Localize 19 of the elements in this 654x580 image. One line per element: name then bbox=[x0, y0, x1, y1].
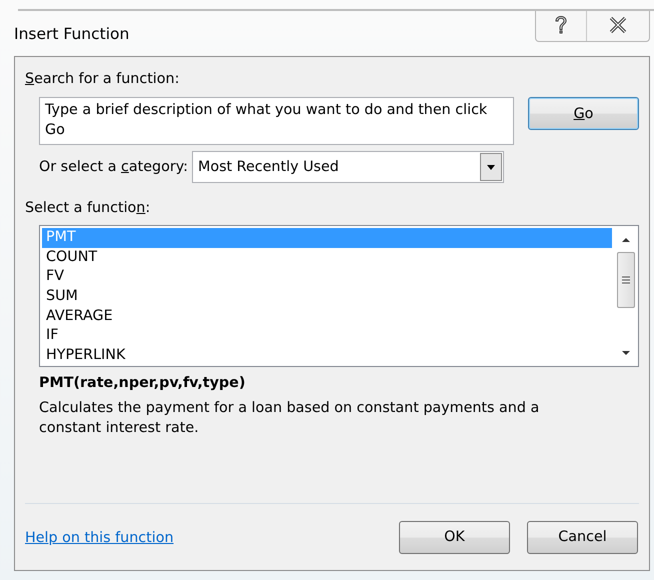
function-description: Calculates the payment for a loan based on constant payments and a constant interest rate. bbox=[39, 399, 540, 438]
function-item[interactable]: IF bbox=[42, 326, 612, 346]
function-item[interactable]: FV bbox=[42, 267, 612, 288]
function-item[interactable]: HYPERLINK bbox=[42, 346, 612, 366]
scrollbar-thumb[interactable] bbox=[617, 252, 635, 308]
search-field[interactable]: Type a brief description of what you want to do and then click Go bbox=[39, 97, 514, 145]
window-title: Insert Function bbox=[14, 25, 130, 43]
function-item[interactable]: COUNT bbox=[42, 248, 612, 268]
function-item[interactable]: AVERAGE bbox=[42, 306, 612, 326]
function-signature: PMT(rate,nper,pv,fv,type) bbox=[39, 375, 246, 391]
function-item[interactable]: SUM bbox=[42, 287, 612, 307]
go-button[interactable]: Go bbox=[528, 97, 639, 130]
help-link[interactable]: Help on this function bbox=[25, 530, 174, 546]
category-dropdown[interactable]: Most Recently Used bbox=[192, 151, 504, 183]
function-list-label: Select a function: bbox=[25, 200, 152, 216]
ok-button[interactable]: OK bbox=[399, 520, 510, 554]
search-label: Search for a function: bbox=[25, 71, 180, 87]
category-label: Or select a category: bbox=[39, 159, 188, 175]
cancel-button[interactable]: Cancel bbox=[527, 520, 638, 554]
